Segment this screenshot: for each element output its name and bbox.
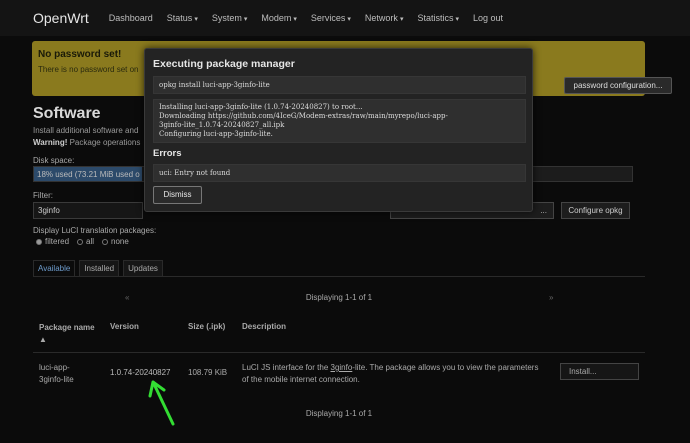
top-navbar: OpenWrt Dashboard Status ▾ System ▾ Modem ▾ Ser…: [0, 0, 690, 36]
radio-label: none: [111, 237, 129, 246]
dismiss-button[interactable]: Dismiss: [153, 186, 202, 204]
nav-item-label: Services: [310, 13, 346, 23]
pager-text: Displaying 1-1 of 1: [305, 409, 373, 418]
command-output: opkg install luci-app-3ginfo-lite: [153, 76, 526, 94]
tab-updates[interactable]: Updates: [123, 260, 163, 277]
tab-divider: [33, 276, 645, 277]
errors-title: Errors: [153, 148, 182, 159]
password-config-button[interactable]: password configuration...: [564, 77, 672, 94]
warning-rest: Package operations: [67, 138, 141, 147]
annotation-arrow-icon: [148, 380, 175, 426]
nav-item-label: Network: [364, 13, 398, 23]
nav-item-label: Modem: [261, 13, 292, 23]
nav-item-status[interactable]: Status ▾: [167, 13, 198, 23]
caret-down-icon: ▾: [194, 16, 198, 23]
nav-item-statistics[interactable]: Statistics ▾: [417, 13, 459, 23]
install-button[interactable]: Install...: [560, 363, 639, 380]
pager-prev-button[interactable]: «: [125, 293, 129, 302]
warning-text: There is no password set on: [38, 65, 139, 74]
nav-item-label: Log out: [472, 13, 504, 23]
row-package-name: luci-app-3ginfo-lite: [39, 363, 74, 384]
header-size[interactable]: Size (.ipk): [188, 322, 225, 331]
tab-bar: Available Installed Updates: [33, 260, 163, 277]
nav-item-label: Statistics: [417, 13, 454, 23]
row-description: LuCI JS interface for the 3ginfo-lite. T…: [242, 362, 542, 386]
nav-item-services[interactable]: Services ▾: [311, 13, 351, 23]
page-title: Software: [33, 105, 101, 122]
translation-radio-group: filtered all none: [36, 237, 129, 246]
nav-item-label: Dashboard: [108, 13, 153, 23]
pager-bottom: Displaying 1-1 of 1: [33, 405, 645, 424]
page-description: Install additional software and: [33, 126, 139, 135]
radio-dot-icon[interactable]: [102, 239, 109, 245]
header-description[interactable]: Description: [242, 322, 286, 331]
nav-item-modem[interactable]: Modem ▾: [261, 13, 297, 23]
disk-space-text: 18% used (73.21 MiB used o: [37, 170, 140, 179]
row-size: 108.79 KiB: [188, 368, 228, 377]
header-version[interactable]: Version: [110, 322, 139, 331]
filter-input[interactable]: 3ginfo: [33, 202, 143, 219]
filter-label: Filter:: [33, 191, 53, 200]
header-package-name[interactable]: Package name ▲: [39, 322, 99, 346]
nav-item-dashboard[interactable]: Dashboard: [109, 13, 153, 23]
caret-down-icon: ▾: [293, 16, 297, 23]
disk-space-label: Disk space:: [33, 156, 75, 165]
warning-title: No password set!: [38, 49, 122, 60]
modal-title: Executing package manager: [153, 58, 295, 70]
radio-dot-icon[interactable]: [77, 239, 84, 245]
translation-label: Display LuCI translation packages:: [33, 226, 157, 235]
brand-logo[interactable]: OpenWrt: [33, 10, 89, 26]
page-warning: Warning! Package operations: [33, 138, 140, 147]
row-version: 1.0.74-20240827: [110, 368, 171, 377]
package-manager-modal: Executing package manager opkg install l…: [144, 48, 533, 212]
caret-down-icon: ▾: [455, 16, 459, 23]
error-output: uci: Entry not found: [153, 164, 526, 182]
configure-opkg-button[interactable]: Configure opkg: [561, 202, 630, 219]
nav-item-log-out[interactable]: Log out: [473, 13, 503, 23]
caret-down-icon: ▾: [347, 16, 351, 23]
desc-pre: LuCI JS interface for the: [242, 363, 331, 372]
caret-down-icon: ▾: [243, 16, 248, 23]
nav-item-label: System: [211, 13, 242, 23]
radio-filtered[interactable]: filtered: [36, 237, 69, 246]
pager-next-button[interactable]: »: [549, 293, 553, 302]
warning-label: Warning!: [33, 138, 68, 147]
desc-link: 3ginfo: [330, 363, 353, 372]
install-log: Installing luci-app-3ginfo-lite (1.0.74-…: [153, 99, 526, 143]
tab-available[interactable]: Available: [33, 260, 76, 277]
radio-label: filtered: [45, 237, 70, 246]
table-divider: [33, 352, 645, 353]
nav-item-label: Status: [166, 13, 193, 23]
radio-none[interactable]: none: [102, 237, 129, 246]
pager-top: Displaying 1-1 of 1 « »: [33, 289, 645, 308]
caret-down-icon: ▾: [399, 16, 404, 23]
nav-item-network[interactable]: Network ▾: [365, 13, 404, 23]
radio-label: all: [86, 237, 95, 246]
nav-menu: Dashboard Status ▾ System ▾ Modem ▾ Services ▾ Ne…: [109, 13, 517, 23]
nav-item-system[interactable]: System ▾: [212, 13, 248, 23]
radio-all[interactable]: all: [77, 237, 94, 246]
tab-installed[interactable]: Installed: [79, 260, 120, 277]
radio-dot-icon[interactable]: [36, 239, 42, 245]
